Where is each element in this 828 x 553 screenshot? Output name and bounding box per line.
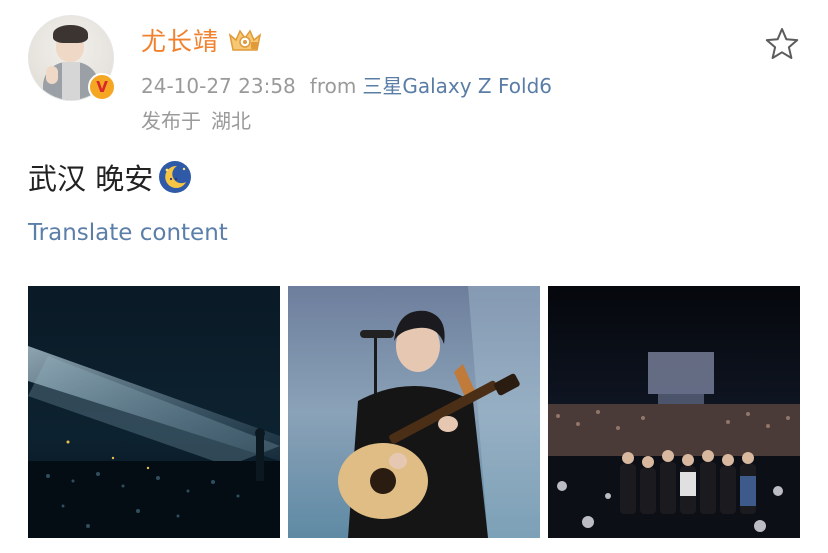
stage-group-photo[interactable] xyxy=(548,286,800,538)
concert-crowd-photo[interactable] xyxy=(28,286,280,538)
username-link[interactable]: 尤长靖 xyxy=(141,22,219,58)
avatar[interactable]: V xyxy=(28,15,116,101)
favorite-star-icon[interactable] xyxy=(764,26,800,62)
singer-guitar-photo[interactable] xyxy=(288,286,540,538)
location-prefix: 发布于 xyxy=(141,109,201,133)
post-meta: 24-10-27 23:58 from 三星Galaxy Z Fold6 xyxy=(141,70,552,99)
author-header: 尤长靖 xyxy=(141,22,263,58)
verified-badge-icon: V xyxy=(88,73,116,101)
post-location: 发布于 湖北 xyxy=(141,105,251,134)
crown-icon[interactable] xyxy=(227,26,263,54)
post-content: 武汉 晚安 xyxy=(28,156,193,198)
device-link[interactable]: 三星Galaxy Z Fold6 xyxy=(362,70,552,99)
from-label: from xyxy=(309,74,357,98)
post-timestamp[interactable]: 24-10-27 23:58 xyxy=(141,74,296,98)
moon-icon xyxy=(157,159,193,195)
translate-content-link[interactable]: Translate content xyxy=(28,220,228,246)
location-value: 湖北 xyxy=(211,109,251,133)
post-text: 武汉 晚安 xyxy=(28,162,154,196)
